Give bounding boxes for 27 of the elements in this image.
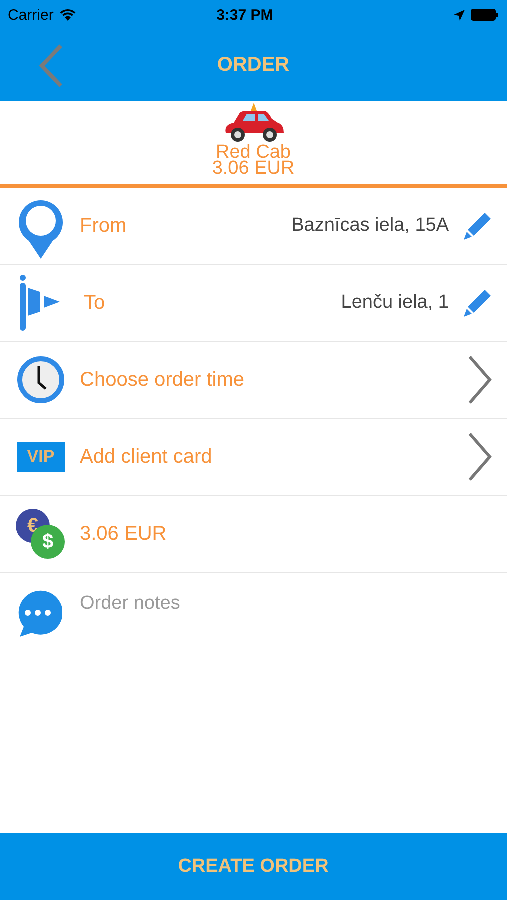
chevron-right-icon [467, 432, 493, 482]
clock-icon [17, 356, 65, 404]
row-label: To [84, 292, 106, 314]
row-label: 3.06 EUR [80, 522, 167, 546]
row-label: From [80, 214, 127, 238]
create-order-button[interactable]: CREATE ORDER [0, 833, 507, 900]
order-row[interactable]: To Lenču iela, 1 [0, 265, 507, 342]
address-value: Lenču iela, 1 [341, 292, 449, 314]
row-label: Choose order time [80, 368, 245, 392]
pencil-icon[interactable] [463, 288, 493, 318]
vip-badge: VIP [17, 442, 65, 472]
order-row[interactable]: VIP Add client card [0, 419, 507, 496]
order-row[interactable]: Choose order time [0, 342, 507, 419]
row-label: Add client card [80, 446, 212, 468]
chevron-right-icon [467, 355, 493, 405]
location-arrow-icon [454, 10, 465, 20]
address-value: Baznīcas iela, 15A [292, 215, 449, 237]
cab-price: 3.06 EUR [212, 161, 295, 177]
order-row[interactable]: From Baznīcas iela, 15A [0, 188, 507, 265]
wifi-icon [60, 9, 76, 21]
cab-name: Red Cab [216, 145, 291, 161]
screen-title: ORDER [217, 54, 290, 77]
chevron-left-icon [38, 44, 64, 88]
battery-icon [471, 9, 499, 21]
pencil-icon[interactable] [463, 211, 493, 241]
carrier-label: Carrier [8, 6, 54, 24]
clock-time: 3:37 PM [216, 6, 274, 24]
